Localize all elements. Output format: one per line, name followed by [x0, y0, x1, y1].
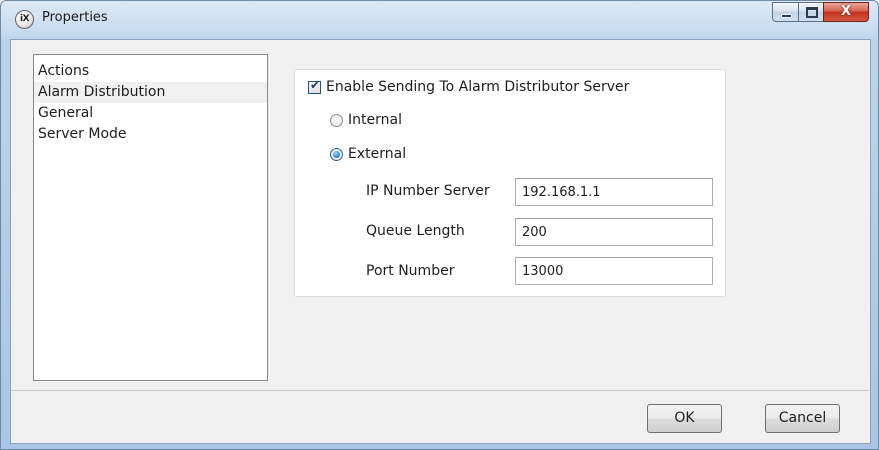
- external-radio[interactable]: [330, 147, 343, 161]
- internal-radio[interactable]: [330, 113, 343, 127]
- close-icon: X: [840, 4, 852, 19]
- title-bar[interactable]: iX Properties X: [1, 1, 878, 39]
- ok-button[interactable]: OK: [647, 404, 722, 433]
- ip-number-server-input[interactable]: [515, 178, 713, 206]
- external-option[interactable]: External: [330, 146, 406, 162]
- category-list[interactable]: Actions Alarm Distribution General Serve…: [33, 54, 268, 381]
- enable-sending-label: Enable Sending To Alarm Distributor Serv…: [326, 79, 630, 95]
- footer-divider: [11, 390, 870, 391]
- category-item-server-mode[interactable]: Server Mode: [34, 124, 267, 145]
- queue-length-label: Queue Length: [366, 223, 465, 239]
- minimize-button[interactable]: [772, 2, 799, 22]
- alarm-distribution-panel: ✔ Enable Sending To Alarm Distributor Se…: [294, 69, 726, 297]
- caption-buttons: X: [772, 2, 869, 22]
- cancel-button[interactable]: Cancel: [765, 404, 840, 433]
- window-title: Properties: [42, 10, 108, 25]
- ix-logo-icon: iX: [15, 10, 34, 29]
- properties-window: iX Properties X Actions Alarm Distributi…: [0, 0, 879, 450]
- checkmark-icon: ✔: [309, 77, 321, 92]
- category-item-actions[interactable]: Actions: [34, 61, 267, 82]
- queue-length-input[interactable]: [515, 218, 713, 246]
- internal-option[interactable]: Internal: [330, 112, 402, 128]
- dialog-client-area: Actions Alarm Distribution General Serve…: [10, 39, 871, 444]
- close-button[interactable]: X: [823, 2, 869, 22]
- external-label: External: [348, 146, 407, 162]
- maximize-button[interactable]: [798, 2, 824, 22]
- radio-selected-dot: [333, 150, 340, 158]
- internal-label: Internal: [348, 112, 402, 128]
- category-item-alarm-distribution[interactable]: Alarm Distribution: [34, 82, 267, 103]
- category-item-general[interactable]: General: [34, 103, 267, 124]
- port-number-label: Port Number: [366, 263, 455, 279]
- enable-sending-option[interactable]: ✔ Enable Sending To Alarm Distributor Se…: [308, 77, 630, 95]
- port-number-input[interactable]: [515, 257, 713, 285]
- ip-number-server-label: IP Number Server: [366, 183, 490, 199]
- enable-sending-checkbox[interactable]: ✔: [308, 77, 321, 94]
